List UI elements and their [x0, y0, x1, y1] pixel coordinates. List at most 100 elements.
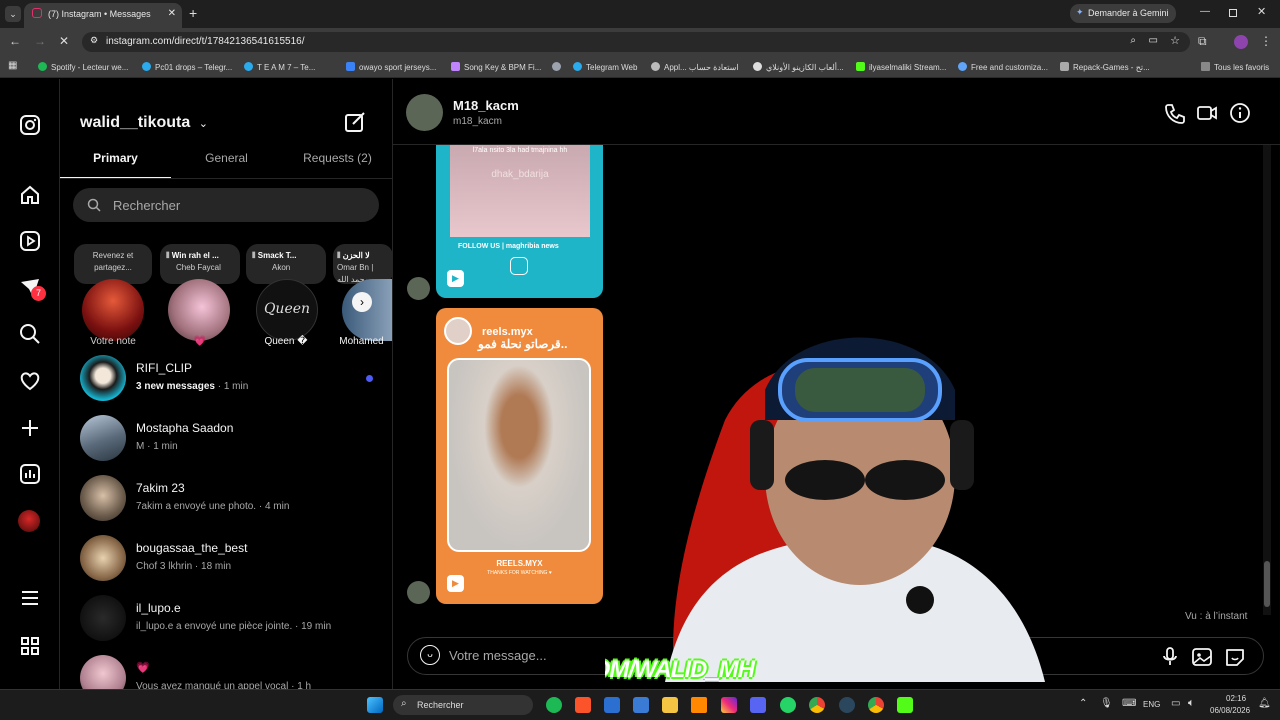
new-message-icon[interactable] — [344, 111, 366, 138]
scrollbar-thumb[interactable] — [1264, 561, 1270, 607]
search-icon[interactable] — [18, 322, 42, 346]
tab-list-chevron-icon[interactable]: ⌄ — [5, 6, 21, 22]
messages-icon[interactable]: 7 — [18, 276, 46, 301]
video-call-icon[interactable] — [1196, 102, 1218, 124]
discord-icon[interactable] — [750, 697, 766, 713]
image-upload-icon[interactable] — [1191, 646, 1213, 668]
microphone-tray-icon[interactable]: 🎙︎ — [1100, 698, 1113, 709]
tray-chevron-icon[interactable]: ⌃ — [1079, 698, 1087, 709]
bookmark-item[interactable] — [552, 62, 565, 72]
kick-icon[interactable] — [897, 697, 913, 713]
clock-time[interactable]: 02:16 — [1226, 694, 1246, 703]
bookmark-item[interactable]: Pc01 drops – Telegr... — [142, 62, 232, 72]
emoji-icon[interactable]: ᴗ — [420, 645, 440, 665]
conversation-row[interactable]: 7akim 23 7akim a envoyé une photo. · 4 m… — [60, 471, 392, 527]
reels-icon[interactable] — [18, 229, 42, 253]
extensions-icon[interactable]: ⧉ — [1198, 34, 1207, 49]
network-icon[interactable]: ▭ — [1171, 698, 1180, 709]
conversation-row[interactable]: il_lupo.e il_lupo.e a envoyé une pièce j… — [60, 591, 392, 647]
vlc-icon[interactable] — [691, 697, 707, 713]
all-bookmarks-folder[interactable]: Tous les favoris — [1201, 62, 1269, 72]
note-bubble-music[interactable]: ⦀ Smack T... Akon — [246, 244, 326, 284]
tab-close-icon[interactable]: ✕ — [168, 8, 176, 19]
search-input[interactable]: Rechercher — [73, 188, 379, 222]
file-explorer-icon[interactable] — [662, 697, 678, 713]
browser-menu-icon[interactable]: ⋮ — [1260, 34, 1272, 48]
gemini-button[interactable]: ✦ Demander à Gemini — [1070, 4, 1176, 23]
spotify-icon[interactable] — [546, 697, 562, 713]
note-avatar[interactable] — [82, 279, 144, 341]
maximize-icon[interactable] — [1229, 9, 1237, 17]
bookmark-item[interactable]: Song Key & BPM Fi... — [451, 62, 541, 72]
microphone-icon[interactable] — [1160, 646, 1180, 668]
shared-reel-card[interactable]: l7ala nsito 3la had tmajnina hh dhak_bda… — [436, 145, 603, 298]
volume-icon[interactable]: 🔈︎ — [1188, 697, 1195, 710]
whatsapp-icon[interactable] — [780, 697, 796, 713]
tab-primary[interactable]: Primary — [60, 151, 171, 178]
site-info-icon[interactable]: ⚙ — [90, 35, 98, 46]
profile-avatar-icon[interactable] — [1234, 35, 1248, 49]
note-bubble-music[interactable]: ⦀ لا الحزن Omar Bn | محمد الله — [333, 244, 392, 284]
phone-call-icon[interactable] — [1163, 102, 1185, 124]
forward-icon[interactable]: → — [34, 34, 46, 48]
tab-requests[interactable]: Requests (2) — [282, 151, 392, 178]
browser-tab-instagram[interactable]: (7) Instagram • Messages ✕ — [24, 3, 182, 28]
apps-grid-icon[interactable]: ▦ — [8, 60, 17, 71]
taskbar-search[interactable]: ⌕ Rechercher — [393, 695, 533, 715]
note-bubble-music[interactable]: ⦀ Win rah el ... Cheb Faycal — [160, 244, 240, 284]
new-tab-icon[interactable]: + — [189, 5, 197, 21]
bookmark-star-icon[interactable]: ☆ — [1170, 34, 1180, 47]
url-field[interactable]: ⚙ instagram.com/direct/t/178421365416155… — [82, 32, 1190, 52]
conversation-row[interactable]: 💗 Vous avez manqué un appel vocal · 1 h — [60, 651, 392, 689]
close-window-icon[interactable]: ✕ — [1257, 5, 1266, 18]
notifications-bell-icon[interactable]: 🔔︎ — [1258, 698, 1271, 709]
tab-general[interactable]: General — [171, 151, 282, 178]
chat-scrollbar[interactable] — [1263, 145, 1271, 615]
conversation-row[interactable]: bougassaa_the_best Chof 3 lkhrin · 18 mi… — [60, 531, 392, 587]
stop-loading-icon[interactable]: ✕ — [59, 34, 69, 48]
shared-reel-card[interactable]: reels.myx قرصاتو نحلة فمو.. REELS.MYX TH… — [436, 308, 603, 604]
create-plus-icon[interactable] — [18, 416, 42, 440]
reel-play-icon[interactable]: ▶ — [447, 270, 464, 287]
more-menu-icon[interactable] — [18, 586, 42, 610]
bookmark-item[interactable]: ألعاب الكازينو الأونلاي... — [753, 62, 844, 72]
minimize-icon[interactable]: — — [1200, 6, 1210, 17]
start-icon[interactable] — [367, 697, 383, 713]
zoom-icon[interactable]: ⌕ — [1130, 35, 1136, 46]
clock-date[interactable]: 06/08/2026 — [1210, 706, 1250, 715]
carousel-next-icon[interactable]: › — [352, 292, 372, 312]
contact-avatar[interactable] — [406, 94, 443, 131]
info-icon[interactable] — [1229, 102, 1251, 124]
defender-icon[interactable] — [604, 697, 620, 713]
keyboard-icon[interactable]: ⌨ — [1122, 698, 1136, 709]
conversation-row[interactable]: RIFI_CLIP 3 new messages · 1 min — [60, 351, 392, 407]
account-switcher[interactable]: walid__tikouta ⌄ — [80, 114, 208, 132]
note-avatar[interactable] — [168, 279, 230, 341]
brave-icon[interactable] — [575, 697, 591, 713]
conversation-row[interactable]: Mostapha Saadon M · 1 min — [60, 411, 392, 467]
profile-avatar[interactable] — [18, 510, 40, 532]
back-icon[interactable]: ← — [9, 34, 21, 48]
bookmark-item[interactable]: Appl... استعادة حساب — [651, 62, 739, 72]
chrome-icon[interactable] — [809, 697, 825, 713]
bookmark-item[interactable]: Telegram Web — [573, 62, 637, 72]
note-avatar[interactable]: Queen — [256, 279, 318, 341]
bookmark-item[interactable]: owayo sport jerseys... — [346, 62, 436, 72]
home-icon[interactable] — [18, 183, 42, 207]
cast-icon[interactable]: ▭ — [1149, 35, 1158, 46]
store-icon[interactable] — [633, 697, 649, 713]
note-bubble-own[interactable]: Revenez et partagez... — [74, 244, 152, 284]
dashboard-icon[interactable] — [18, 462, 42, 486]
reel-play-icon[interactable]: ▶ — [447, 575, 464, 592]
chrome-active-icon[interactable] — [868, 697, 884, 713]
bookmark-item[interactable]: Free and customiza... — [958, 62, 1048, 72]
bookmark-item[interactable]: Repack-Games - تح... — [1060, 62, 1150, 72]
instagram-app-icon[interactable] — [721, 697, 737, 713]
notifications-heart-icon[interactable] — [18, 369, 42, 393]
bookmark-item[interactable]: ilyaselmaliki Stream... — [856, 62, 946, 72]
bookmark-item[interactable]: Spotify - Lecteur we... — [38, 62, 128, 72]
contact-name[interactable]: M18_kacm — [453, 98, 519, 113]
steam-icon[interactable] — [839, 697, 855, 713]
language-indicator[interactable]: ENG — [1143, 700, 1160, 709]
sticker-icon[interactable] — [1224, 646, 1246, 668]
